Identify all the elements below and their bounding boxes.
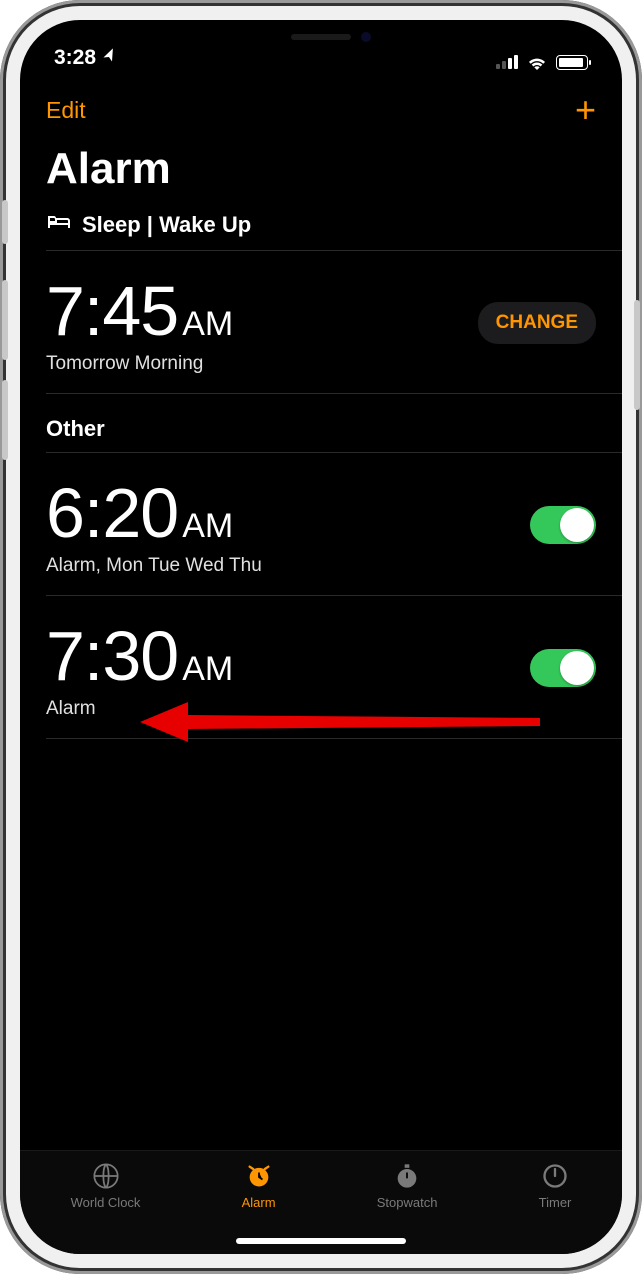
bed-icon — [46, 212, 72, 238]
wifi-icon — [526, 54, 548, 70]
battery-icon — [556, 55, 588, 70]
tab-timer[interactable]: Timer — [539, 1161, 572, 1210]
alarm-time-ampm: AM — [182, 507, 233, 546]
alarm-row[interactable]: 6:20 AM Alarm, Mon Tue Wed Thu — [20, 453, 622, 595]
vol-down — [2, 380, 8, 460]
alarm-time: 7:30 AM — [46, 616, 233, 696]
alarm-toggle[interactable] — [530, 649, 596, 687]
tab-label: World Clock — [71, 1195, 141, 1210]
edit-button[interactable]: Edit — [46, 97, 86, 124]
status-right — [496, 54, 588, 70]
location-arrow-icon — [99, 46, 121, 70]
speaker — [291, 34, 351, 40]
tab-stopwatch[interactable]: Stopwatch — [377, 1161, 438, 1210]
alarm-info: 6:20 AM Alarm, Mon Tue Wed Thu — [46, 473, 262, 577]
notch — [191, 20, 451, 54]
device-frame: 3:28 Edit + Alarm — [0, 0, 642, 1274]
tab-world-clock[interactable]: World Clock — [71, 1161, 141, 1210]
status-time: 3:28 — [54, 46, 96, 70]
change-button[interactable]: CHANGE — [478, 302, 596, 344]
sleep-alarm-time: 7:45 AM — [46, 271, 233, 351]
alarm-clock-icon — [245, 1161, 273, 1191]
sleep-subtitle: Tomorrow Morning — [46, 353, 233, 375]
screen: 3:28 Edit + Alarm — [20, 20, 622, 1254]
add-alarm-button[interactable]: + — [575, 92, 596, 128]
sleep-section-header: Sleep | Wake Up — [20, 212, 622, 250]
tab-label: Alarm — [242, 1195, 276, 1210]
timer-icon — [541, 1161, 569, 1191]
mute-switch — [2, 200, 8, 244]
status-left: 3:28 — [54, 46, 118, 70]
alarm-info: 7:30 AM Alarm — [46, 616, 233, 720]
page-title: Alarm — [20, 132, 622, 212]
home-indicator[interactable] — [236, 1238, 406, 1244]
nav-bar: Edit + — [20, 74, 622, 132]
tab-alarm[interactable]: Alarm — [242, 1161, 276, 1210]
cell-signal-icon — [496, 55, 518, 69]
sleep-alarm-info: 7:45 AM Tomorrow Morning — [46, 271, 233, 375]
other-section-header: Other — [20, 394, 622, 452]
alarm-subtitle: Alarm — [46, 698, 233, 720]
vol-up — [2, 280, 8, 360]
tab-label: Stopwatch — [377, 1195, 438, 1210]
alarm-time-value: 7:30 — [46, 616, 178, 696]
sleep-time-value: 7:45 — [46, 271, 178, 351]
alarm-toggle[interactable] — [530, 506, 596, 544]
divider — [46, 738, 622, 739]
sleep-time-ampm: AM — [182, 305, 233, 344]
alarm-subtitle: Alarm, Mon Tue Wed Thu — [46, 555, 262, 577]
alarm-time-ampm: AM — [182, 650, 233, 689]
tab-label: Timer — [539, 1195, 572, 1210]
sleep-section-label: Sleep | Wake Up — [82, 212, 251, 238]
alarm-time: 6:20 AM — [46, 473, 262, 553]
alarm-time-value: 6:20 — [46, 473, 178, 553]
alarm-row[interactable]: 7:30 AM Alarm — [20, 596, 622, 738]
stopwatch-icon — [393, 1161, 421, 1191]
sleep-alarm-row[interactable]: 7:45 AM Tomorrow Morning CHANGE — [20, 251, 622, 393]
power-button — [634, 300, 640, 410]
camera-dot — [361, 32, 371, 42]
globe-icon — [92, 1161, 120, 1191]
